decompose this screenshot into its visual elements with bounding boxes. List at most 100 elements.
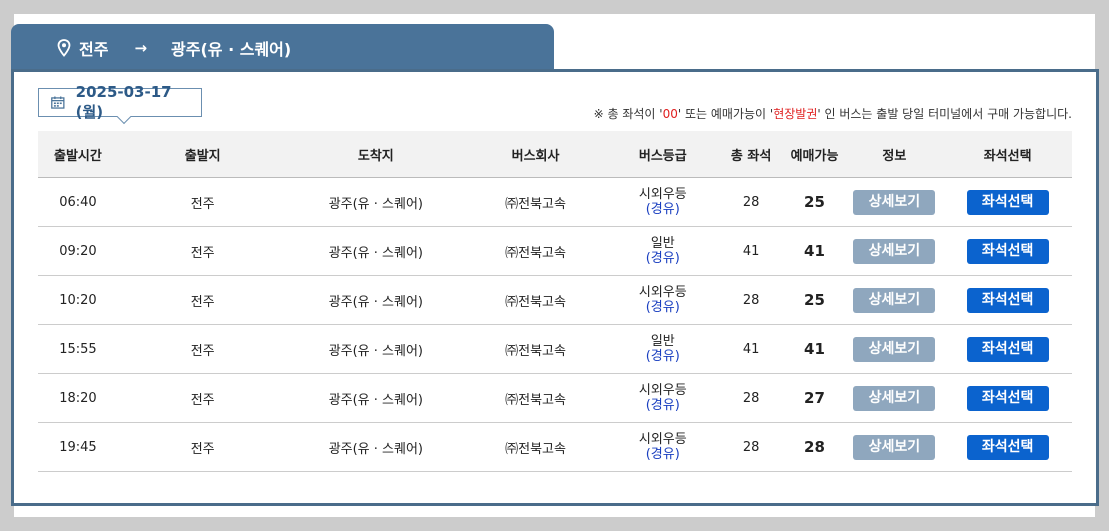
notice-onsite: 현장발권	[773, 107, 818, 121]
table-row: 09:20 전주 광주(유 · 스퀘어) ㈜전북고속 일반 (경유) 41 41 …	[38, 227, 1072, 276]
header-total-seats: 총 좌석	[730, 148, 772, 164]
seat-cell: 좌석선택	[943, 287, 1072, 313]
detail-button[interactable]: 상세보기	[853, 189, 936, 215]
available-seats: 25	[804, 193, 825, 211]
table-row: 15:55 전주 광주(유 · 스퀘어) ㈜전북고속 일반 (경유) 41 41 …	[38, 325, 1072, 374]
via-label: (경유)	[645, 398, 680, 413]
grade-label: 시외우등	[638, 432, 687, 447]
header-bus-company: 버스회사	[511, 148, 560, 164]
bus-company: ㈜전북고속	[505, 196, 566, 212]
selected-date: 2025-03-17 (월)	[75, 83, 172, 121]
origin: 전주	[190, 196, 215, 212]
bus-grade: 시외우등 (경유)	[607, 383, 719, 413]
info-cell: 상세보기	[845, 385, 943, 411]
grade-label: 일반	[650, 334, 675, 349]
notice-text-2: ' 또는 예매가능이 '	[677, 107, 774, 121]
seat-select-button[interactable]: 좌석선택	[966, 336, 1049, 362]
available-seats: 41	[804, 242, 825, 260]
table-row: 06:40 전주 광주(유 · 스퀘어) ㈜전북고속 시외우등 (경유) 28 2…	[38, 178, 1072, 227]
info-cell: 상세보기	[845, 189, 943, 215]
available-seats: 27	[804, 389, 825, 407]
grade-label: 일반	[650, 236, 675, 251]
notice-text-1: ※ 총 좌석이 '	[593, 107, 663, 121]
available-seats: 25	[804, 291, 825, 309]
detail-button[interactable]: 상세보기	[853, 238, 936, 264]
table-row: 10:20 전주 광주(유 · 스퀘어) ㈜전북고속 시외우등 (경유) 28 2…	[38, 276, 1072, 325]
seat-cell: 좌석선택	[943, 189, 1072, 215]
header-departure-time: 출발시간	[54, 148, 102, 164]
total-seats: 28	[742, 292, 760, 308]
location-pin-icon	[57, 39, 71, 57]
available-seats: 41	[804, 340, 825, 358]
seat-cell: 좌석선택	[943, 336, 1072, 362]
bus-company: ㈜전북고속	[505, 245, 566, 261]
table-header: 출발시간 출발지 도착지 버스회사 버스등급 총 좌석 예매가능 정보 좌석선택	[38, 131, 1072, 178]
info-cell: 상세보기	[845, 336, 943, 362]
calendar-icon	[51, 96, 65, 109]
header-seat-select: 좌석선택	[983, 148, 1032, 164]
table-row: 19:45 전주 광주(유 · 스퀘어) ㈜전북고속 시외우등 (경유) 28 2…	[38, 423, 1072, 472]
seat-select-button[interactable]: 좌석선택	[966, 238, 1049, 264]
date-selector[interactable]: 2025-03-17 (월)	[38, 83, 202, 125]
seat-select-button[interactable]: 좌석선택	[966, 287, 1049, 313]
seat-cell: 좌석선택	[943, 238, 1072, 264]
origin: 전주	[190, 343, 215, 359]
via-label: (경유)	[645, 202, 680, 217]
route-origin: 전주	[79, 40, 109, 59]
origin: 전주	[190, 245, 215, 261]
departure-time: 15:55	[59, 341, 97, 357]
seat-cell: 좌석선택	[943, 385, 1072, 411]
detail-button[interactable]: 상세보기	[853, 385, 936, 411]
total-seats: 28	[742, 390, 760, 406]
destination: 광주(유 · 스퀘어)	[328, 196, 423, 212]
route-destination: 광주(유 · 스퀘어)	[171, 40, 292, 59]
route-arrow-icon: →	[134, 39, 148, 57]
departure-time: 09:20	[59, 243, 97, 259]
origin: 전주	[190, 294, 215, 310]
bus-company: ㈜전북고속	[505, 392, 566, 408]
departure-time: 10:20	[59, 292, 97, 308]
bus-schedule-table: 출발시간 출발지 도착지 버스회사 버스등급 총 좌석 예매가능 정보 좌석선택…	[38, 131, 1072, 472]
route-tab: 전주 → 광주(유 · 스퀘어)	[11, 24, 554, 72]
table-row: 18:20 전주 광주(유 · 스퀘어) ㈜전북고속 시외우등 (경유) 28 2…	[38, 374, 1072, 423]
departure-time: 19:45	[59, 439, 97, 455]
purchase-notice: ※ 총 좌석이 '00' 또는 예매가능이 '현장발권' 인 버스는 출발 당일…	[594, 105, 1072, 122]
bus-grade: 시외우등 (경유)	[607, 432, 719, 462]
bus-grade: 시외우등 (경유)	[607, 187, 719, 217]
total-seats: 41	[742, 243, 760, 259]
grade-label: 시외우등	[638, 187, 687, 202]
destination: 광주(유 · 스퀘어)	[328, 392, 423, 408]
grade-label: 시외우등	[638, 383, 687, 398]
info-cell: 상세보기	[845, 287, 943, 313]
grade-label: 시외우등	[638, 285, 687, 300]
notice-text-3: ' 인 버스는 출발 당일 터미널에서 구매 가능합니다.	[817, 107, 1072, 121]
total-seats: 28	[742, 194, 760, 210]
header-bus-grade: 버스등급	[638, 148, 687, 164]
header-available: 예매가능	[790, 148, 839, 164]
detail-button[interactable]: 상세보기	[853, 434, 936, 460]
detail-button[interactable]: 상세보기	[853, 336, 936, 362]
notice-code: 00	[662, 107, 678, 121]
seat-select-button[interactable]: 좌석선택	[966, 189, 1049, 215]
header-destination: 도착지	[357, 148, 394, 164]
info-cell: 상세보기	[845, 238, 943, 264]
info-cell: 상세보기	[845, 434, 943, 460]
bus-company: ㈜전북고속	[505, 441, 566, 457]
departure-time: 18:20	[59, 390, 97, 406]
bus-grade: 일반 (경유)	[607, 236, 719, 266]
seat-select-button[interactable]: 좌석선택	[966, 385, 1049, 411]
bus-grade: 일반 (경유)	[607, 334, 719, 364]
header-origin: 출발지	[184, 148, 221, 164]
seat-cell: 좌석선택	[943, 434, 1072, 460]
destination: 광주(유 · 스퀘어)	[328, 294, 423, 310]
total-seats: 41	[742, 341, 760, 357]
total-seats: 28	[742, 439, 760, 455]
seat-select-button[interactable]: 좌석선택	[966, 434, 1049, 460]
via-label: (경유)	[645, 447, 680, 462]
destination: 광주(유 · 스퀘어)	[328, 245, 423, 261]
schedule-panel: 2025-03-17 (월) ※ 총 좌석이 '00' 또는 예매가능이 '현장…	[11, 69, 1099, 506]
via-label: (경유)	[645, 349, 680, 364]
bus-company: ㈜전북고속	[505, 343, 566, 359]
bus-grade: 시외우등 (경유)	[607, 285, 719, 315]
detail-button[interactable]: 상세보기	[853, 287, 936, 313]
